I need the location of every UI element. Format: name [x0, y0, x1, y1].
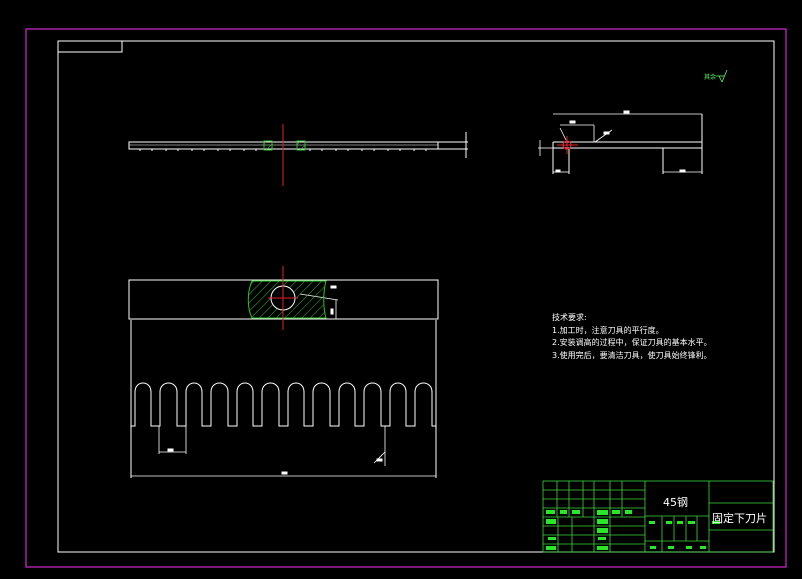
top-view — [128, 132, 468, 158]
tech-note-2: 2.安装调高的过程中，保证刀具的基本水平。 — [552, 338, 712, 347]
outer-border — [25, 28, 787, 568]
roughness-symbol-icon — [716, 69, 728, 83]
part-name-label: 固定下刀片 — [712, 512, 767, 525]
drawing-sheet — [25, 28, 787, 568]
material-label: 45钢 — [663, 496, 688, 509]
roughness-note: 其余 — [704, 74, 717, 81]
technical-requirements: 技术要求: 1.加工时，注意刀具的平行度。 2.安装调高的过程中，保证刀具的基本… — [552, 312, 712, 362]
tech-notes-title: 技术要求: — [552, 313, 587, 322]
side-view — [538, 110, 703, 174]
tech-note-1: 1.加工时，注意刀具的平行度。 — [552, 325, 664, 335]
inner-border — [57, 40, 775, 553]
tech-note-3: 3.使用完后，要清洁刀具，使刀具始终锋利。 — [552, 350, 712, 360]
drawing-number-box — [57, 40, 123, 53]
